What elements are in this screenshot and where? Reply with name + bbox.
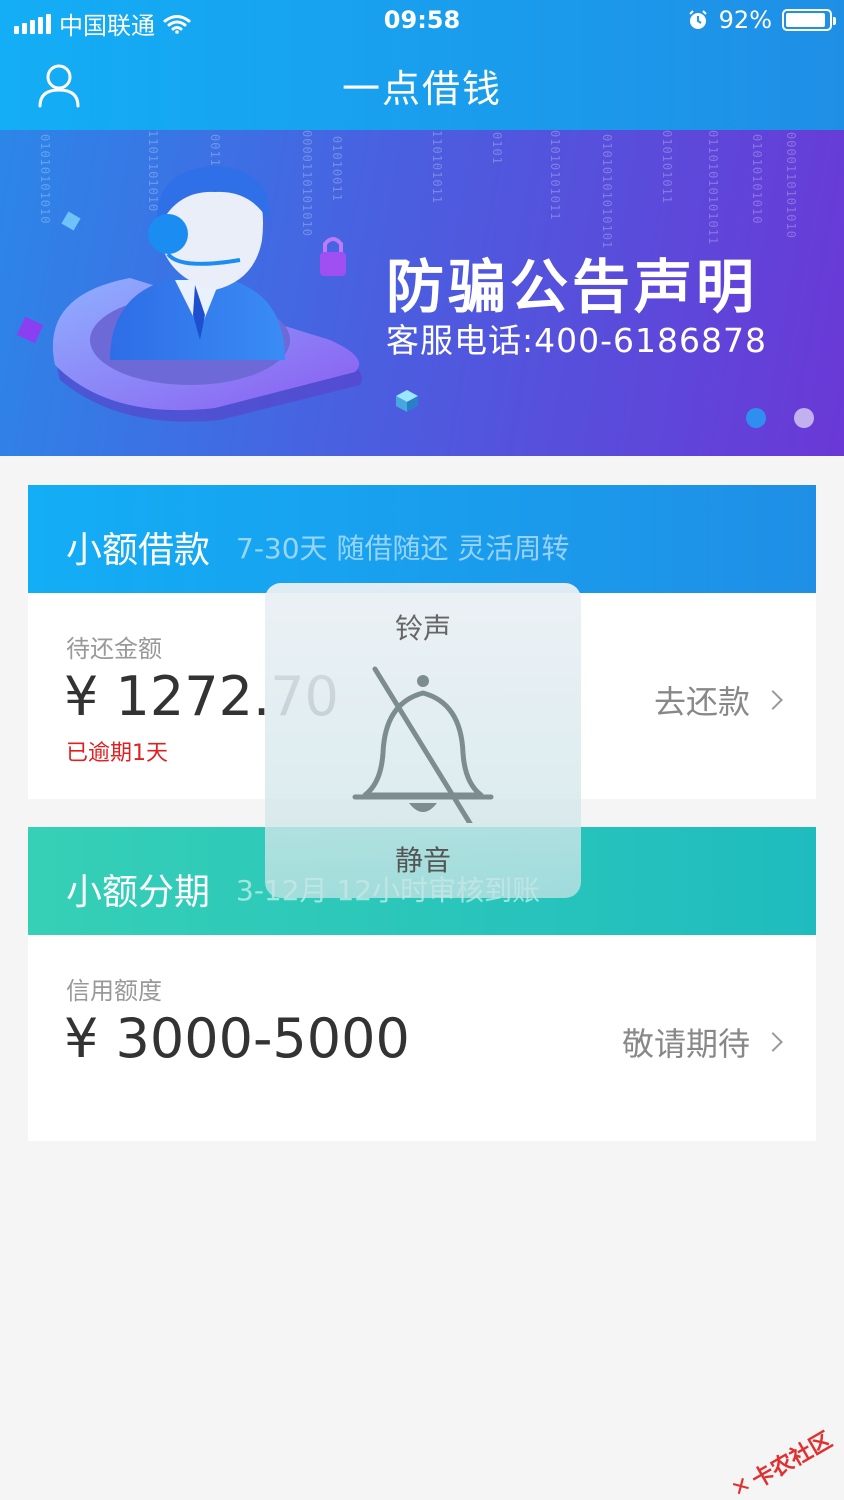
outstanding-label: 待还金额 bbox=[66, 635, 162, 663]
ringer-silent-hud: 铃声 静音 bbox=[265, 583, 581, 898]
carousel-dot-2[interactable] bbox=[794, 408, 814, 428]
bell-muted-icon bbox=[352, 666, 494, 823]
small-loan-desc: 7-30天 随借随还 灵活周转 bbox=[236, 532, 570, 565]
chevron-right-icon bbox=[763, 1032, 783, 1052]
credit-limit-label: 信用额度 bbox=[66, 977, 162, 1005]
coming-soon-label: 敬请期待 bbox=[621, 1025, 750, 1063]
alarm-icon bbox=[688, 10, 707, 29]
carousel-dot-1[interactable] bbox=[746, 408, 766, 428]
watermark-logo: ✕ 卡农社区 bbox=[725, 1423, 837, 1500]
watermark-text: 卡农社区 bbox=[747, 1427, 837, 1494]
cube-icon bbox=[396, 390, 418, 412]
battery-percent: 92% bbox=[718, 6, 772, 34]
coming-soon-button[interactable]: 敬请期待 bbox=[621, 1019, 783, 1065]
page-title: 一点借钱 bbox=[341, 67, 502, 111]
chevron-right-icon bbox=[763, 690, 783, 710]
small-loan-header: 小额借款 7-30天 随借随还 灵活周转 bbox=[28, 485, 816, 593]
status-bar: 中国联通 09:58 92% bbox=[0, 0, 844, 44]
banner-title: 防骗公告声明 bbox=[386, 253, 759, 321]
repay-button[interactable]: 去还款 bbox=[653, 677, 783, 723]
installment-title: 小额分期 bbox=[66, 872, 211, 913]
credit-limit-amount: ¥ 3000-5000 bbox=[64, 1007, 410, 1070]
repay-label: 去还款 bbox=[653, 683, 750, 721]
top-bar: 中国联通 09:58 92% 一点借钱 bbox=[0, 0, 844, 130]
customer-service-illustration bbox=[16, 166, 362, 422]
hud-title: 铃声 bbox=[394, 612, 451, 645]
small-loan-title: 小额借款 bbox=[66, 530, 211, 571]
status-right: 92% bbox=[687, 6, 836, 34]
banner-subtitle: 客服电话:400-6186878 bbox=[386, 321, 767, 360]
hud-state: 静音 bbox=[394, 844, 451, 877]
battery-fill bbox=[786, 13, 825, 27]
battery-icon bbox=[782, 9, 836, 31]
overdue-status: 已逾期1天 bbox=[66, 741, 168, 766]
installment-body: 信用额度 ¥ 3000-5000 敬请期待 bbox=[28, 935, 816, 1141]
banner-carousel[interactable]: 01010101010 1101101010 0011010101 000011… bbox=[0, 130, 844, 456]
